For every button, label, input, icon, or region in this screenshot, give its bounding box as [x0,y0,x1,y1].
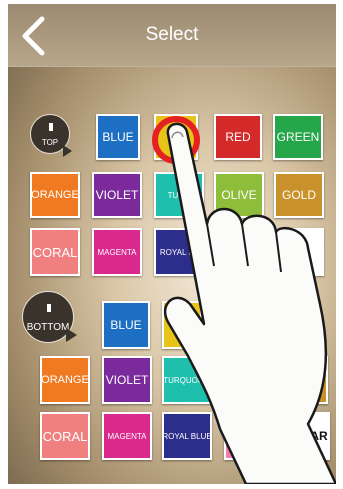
app-screen: Select TOP BLUE YE RED GREEN ORANGE VIOL… [8,4,336,484]
clear-button[interactable]: CLEAR [284,412,330,460]
color-tile-red-top[interactable]: RED [214,114,262,160]
color-tile-gold-top[interactable]: GOLD [274,172,324,218]
color-tile-royal-blue-top[interactable]: ROYAL BL [154,228,204,276]
top-indicator-bar [49,123,53,131]
color-tile-turquoise-top[interactable]: TURQ [154,172,204,218]
color-tile-orange-top[interactable]: ORANGE [30,172,80,218]
color-tile-coral-bottom[interactable]: CORAL [40,412,90,460]
color-tile-violet-bottom[interactable]: VIOLET [102,356,152,404]
color-tile-blue-bottom[interactable]: BLUE [102,301,150,349]
color-tile-royal-blue-bottom[interactable]: ROYAL BLUE [162,412,212,460]
title-bar: Select [8,4,336,67]
color-tile-violet-top[interactable]: VIOLET [92,172,142,218]
color-tile-yellow-bottom[interactable]: YE [162,301,202,349]
color-tile-gold-bottom[interactable] [286,356,328,404]
bottom-bubble-tail [66,328,77,342]
color-tile-blue-top[interactable]: BLUE [96,114,140,160]
bottom-indicator-bar [47,304,51,312]
color-tile-turquoise-bottom[interactable]: TURQUOISE [162,356,212,404]
color-tile-olive-bottom[interactable] [224,356,274,404]
color-tile-coral-top[interactable]: CORAL [30,228,80,276]
top-bubble-tail [63,145,72,157]
color-tile-partial-top[interactable] [274,228,324,276]
page-title: Select [145,24,199,45]
color-tile-magenta-bottom[interactable]: MAGENTA [102,412,152,460]
color-tile-magenta-top[interactable]: MAGENTA [92,228,142,276]
color-tile-pink-bottom[interactable]: PINK [224,412,274,460]
color-tile-yellow-top[interactable]: YE [154,114,198,160]
color-tile-olive-top[interactable]: OLIVE [214,172,264,218]
color-tile-green-top[interactable]: GREEN [273,114,323,160]
color-tile-orange-bottom[interactable]: ORANGE [40,356,90,404]
